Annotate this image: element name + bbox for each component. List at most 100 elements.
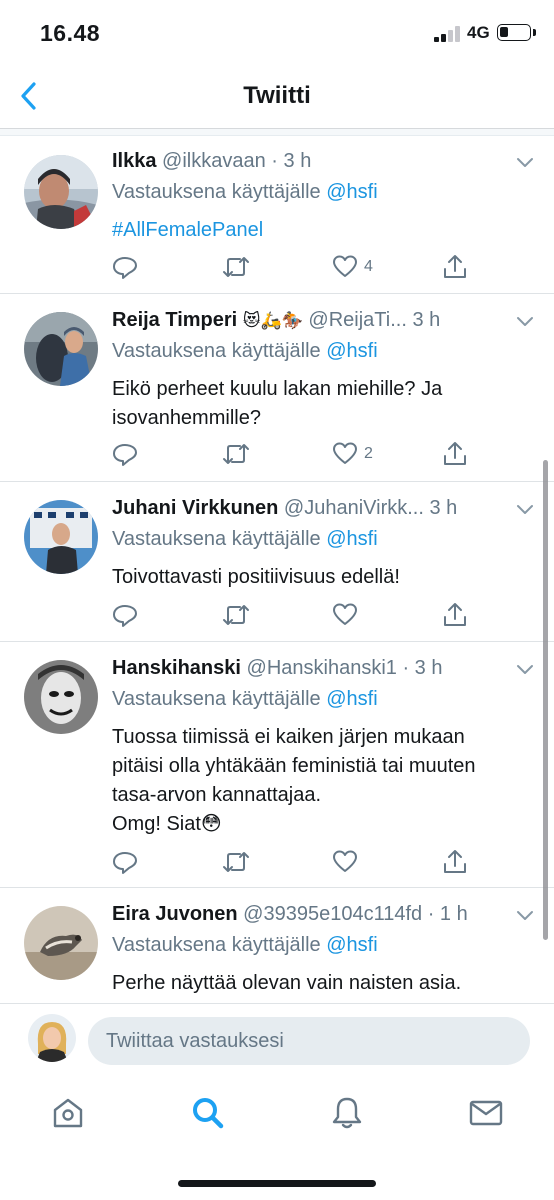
tweet[interactable]: Reija Timperi 😻🛵🏇 @ReijaTi... 3 h Vastau… bbox=[0, 294, 554, 482]
like-button[interactable] bbox=[332, 600, 358, 630]
reply-icon bbox=[113, 852, 137, 874]
reply-composer bbox=[0, 1003, 554, 1081]
reply-button[interactable] bbox=[112, 847, 138, 877]
author-name[interactable]: Ilkka bbox=[112, 150, 156, 172]
mention-link[interactable]: @hsfi bbox=[326, 688, 377, 710]
author-name[interactable]: Juhani Virkkunen bbox=[112, 497, 278, 519]
tab-search[interactable] bbox=[188, 1093, 228, 1133]
chevron-down-icon[interactable] bbox=[514, 498, 536, 520]
share-icon bbox=[444, 603, 466, 626]
tweet[interactable]: Juhani Virkkunen @JuhaniVirkk... 3 h Vas… bbox=[0, 482, 554, 642]
reply-prefix: Vastauksena käyttäjälle bbox=[112, 688, 321, 710]
bell-icon bbox=[332, 1097, 362, 1129]
retweet-icon bbox=[223, 852, 249, 872]
home-indicator[interactable] bbox=[178, 1180, 376, 1187]
retweet-icon bbox=[223, 605, 249, 625]
author-handle[interactable]: @ReijaTi... bbox=[308, 309, 406, 331]
tab-home[interactable] bbox=[48, 1093, 88, 1133]
reply-input[interactable] bbox=[88, 1017, 530, 1065]
author-handle[interactable]: @JuhaniVirkk... bbox=[284, 497, 424, 519]
mention-link[interactable]: @hsfi bbox=[326, 934, 377, 956]
mention-link[interactable]: @hsfi bbox=[326, 528, 377, 550]
author-name[interactable]: Hanskihanski bbox=[112, 657, 241, 679]
reply-context: Vastauksena käyttäjälle @hsfi bbox=[112, 178, 534, 206]
home-icon bbox=[53, 1098, 83, 1128]
mention-link[interactable]: @hsfi bbox=[326, 181, 377, 203]
heart-icon bbox=[333, 442, 357, 464]
avatar[interactable] bbox=[24, 906, 98, 980]
search-icon bbox=[193, 1098, 224, 1129]
signal-strength-icon bbox=[434, 26, 462, 42]
reply-icon bbox=[113, 444, 137, 466]
reply-button[interactable] bbox=[112, 252, 138, 282]
user-avatar[interactable] bbox=[28, 1014, 76, 1062]
tweet-actions bbox=[112, 600, 472, 630]
avatar[interactable] bbox=[24, 660, 98, 734]
share-button[interactable] bbox=[442, 252, 468, 282]
share-icon bbox=[444, 442, 466, 465]
share-icon bbox=[444, 850, 466, 873]
avatar[interactable] bbox=[24, 312, 98, 386]
chevron-down-icon[interactable] bbox=[514, 904, 536, 926]
like-button[interactable]: 4 bbox=[332, 252, 373, 282]
status-time: 16.48 bbox=[40, 20, 101, 46]
hashtag-link[interactable]: #AllFemalePanel bbox=[112, 216, 534, 245]
tweet-actions: 4 bbox=[112, 252, 472, 282]
page-title: Twiitti bbox=[243, 82, 311, 109]
status-bar: 16.48 4G bbox=[0, 0, 554, 66]
tweet[interactable]: Eira Juvonen @39395e104c114fd · 1 h Vast… bbox=[0, 888, 554, 1003]
chevron-down-icon[interactable] bbox=[514, 658, 536, 680]
nav-bar: Twiitti bbox=[0, 66, 554, 128]
tweet[interactable]: Ilkka @ilkkavaan · 3 h Vastauksena käytt… bbox=[0, 137, 554, 294]
like-count: 2 bbox=[364, 445, 373, 462]
tweet-text-line: Tuossa tiimissä ei kaiken järjen mukaan bbox=[112, 726, 465, 748]
chevron-down-icon[interactable] bbox=[514, 310, 536, 332]
tab-notifications[interactable] bbox=[327, 1093, 367, 1133]
tweet-time: · 3 h bbox=[402, 657, 443, 679]
heart-icon bbox=[333, 255, 357, 277]
battery-icon bbox=[497, 24, 531, 41]
author-handle[interactable]: @39395e104c114fd bbox=[243, 903, 422, 925]
retweet-button[interactable] bbox=[222, 847, 250, 877]
avatar[interactable] bbox=[24, 155, 98, 229]
retweet-button[interactable] bbox=[222, 439, 250, 469]
chevron-down-icon[interactable] bbox=[514, 151, 536, 173]
author-handle[interactable]: @Hanskihanski1 bbox=[247, 657, 397, 679]
tweet-text: Eikö perheet kuulu lakan miehille? Ja is… bbox=[112, 375, 534, 433]
tweet-text-line: Omg! Siat😳 bbox=[112, 813, 222, 835]
avatar[interactable] bbox=[24, 500, 98, 574]
tweet[interactable]: Hanskihanski @Hanskihanski1 · 3 h Vastau… bbox=[0, 642, 554, 888]
author-name[interactable]: Reija Timperi bbox=[112, 309, 237, 331]
author-handle[interactable]: @ilkkavaan bbox=[162, 150, 266, 172]
heart-icon bbox=[333, 850, 357, 872]
tweet-actions: 2 bbox=[112, 439, 472, 469]
reply-prefix: Vastauksena käyttäjälle bbox=[112, 181, 321, 203]
like-button[interactable] bbox=[332, 847, 358, 877]
retweet-icon bbox=[223, 444, 249, 464]
reply-button[interactable] bbox=[112, 439, 138, 469]
share-button[interactable] bbox=[442, 847, 468, 877]
heart-icon bbox=[333, 603, 357, 625]
reply-feed[interactable]: Ilkka @ilkkavaan · 3 h Vastauksena käytt… bbox=[0, 137, 554, 1003]
like-button[interactable]: 2 bbox=[332, 439, 373, 469]
reply-context: Vastauksena käyttäjälle @hsfi bbox=[112, 525, 534, 553]
tweet-time: · 1 h bbox=[427, 903, 468, 925]
mail-icon bbox=[469, 1100, 503, 1126]
reply-context: Vastauksena käyttäjälle @hsfi bbox=[112, 931, 534, 959]
tweet-text: Perhe näyttää olevan vain naisten asia. bbox=[112, 972, 462, 994]
share-button[interactable] bbox=[442, 600, 468, 630]
author-emoji: 😻🛵🏇 bbox=[242, 311, 303, 330]
reply-button[interactable] bbox=[112, 600, 138, 630]
tweet-time: 3 h bbox=[429, 497, 458, 519]
retweet-button[interactable] bbox=[222, 600, 250, 630]
tweet-text-line: Eikö perheet kuulu lakan miehille? Ja bbox=[112, 378, 443, 400]
scrollbar[interactable] bbox=[543, 460, 548, 940]
reply-prefix: Vastauksena käyttäjälle bbox=[112, 528, 321, 550]
author-name[interactable]: Eira Juvonen bbox=[112, 903, 238, 925]
mention-link[interactable]: @hsfi bbox=[326, 340, 377, 362]
share-button[interactable] bbox=[442, 439, 468, 469]
tab-messages[interactable] bbox=[466, 1093, 506, 1133]
tweet-text: Tuossa tiimissä ei kaiken järjen mukaan … bbox=[112, 723, 534, 839]
reply-prefix: Vastauksena käyttäjälle bbox=[112, 934, 321, 956]
retweet-button[interactable] bbox=[222, 252, 250, 282]
